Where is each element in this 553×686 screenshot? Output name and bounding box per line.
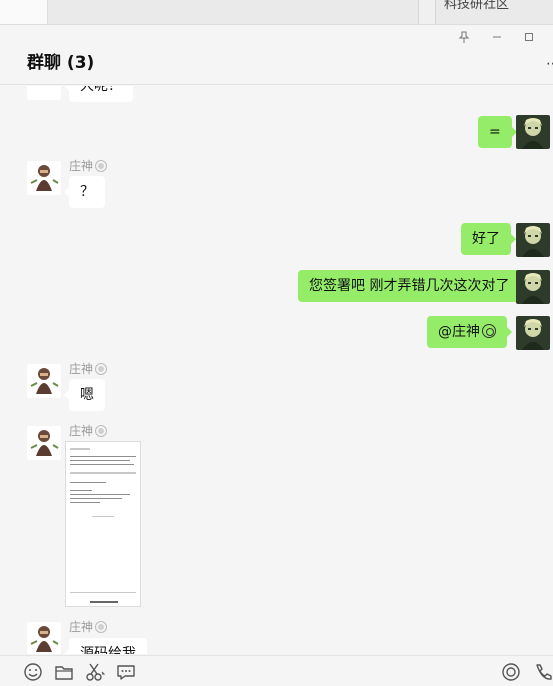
- mention-emoji-icon: [482, 324, 496, 338]
- background-window-text: 科技研社区: [444, 0, 510, 12]
- home-indicator: [90, 601, 118, 603]
- avatar[interactable]: [27, 86, 61, 100]
- sender-name-text: 庄神: [69, 620, 94, 634]
- chat-bubble-icon[interactable]: [115, 661, 137, 683]
- sender-name: 庄神: [69, 618, 108, 635]
- background-scrollbar[interactable]: ▲: [418, 0, 436, 24]
- live-icon[interactable]: [500, 661, 522, 683]
- avatar[interactable]: [27, 426, 61, 460]
- chat-title: 群聊 (3): [27, 53, 95, 73]
- member-tag-icon: [95, 160, 108, 172]
- sender-name-text: 庄神: [69, 424, 94, 438]
- member-tag-icon: [95, 363, 108, 375]
- sender-name-text: 庄神: [69, 159, 94, 173]
- avatar[interactable]: [27, 622, 61, 654]
- message-bubble[interactable]: 源码给我: [64, 638, 147, 654]
- message-bubble[interactable]: 您签署吧 刚才弄错几次这次对了: [298, 270, 526, 302]
- sender-name: 庄神: [69, 360, 108, 377]
- avatar[interactable]: [516, 270, 550, 304]
- sender-name: 庄神: [69, 157, 108, 174]
- sender-name: 庄神: [69, 422, 108, 439]
- message-bubble[interactable]: @庄神: [427, 316, 512, 348]
- member-tag-icon: [95, 621, 108, 633]
- chat-window: 群聊 (3) ⋯ 大呢？ = 庄神 ？ 好了 您签署吧 刚才弄错几次这次对了 @…: [0, 24, 553, 686]
- avatar[interactable]: [27, 161, 61, 195]
- message-bubble[interactable]: 好了: [461, 223, 516, 255]
- avatar[interactable]: [516, 316, 550, 350]
- input-toolbar: [0, 655, 553, 686]
- avatar[interactable]: [27, 364, 61, 398]
- folder-icon[interactable]: [53, 661, 75, 683]
- message-bubble[interactable]: 大呢？: [64, 86, 133, 102]
- minimize-icon[interactable]: [488, 31, 506, 47]
- sender-name-text: 庄神: [69, 362, 94, 376]
- message-text: @庄神: [438, 324, 480, 340]
- message-bubble[interactable]: =: [478, 116, 517, 148]
- emoji-icon[interactable]: [22, 661, 44, 683]
- phone-icon[interactable]: [532, 661, 553, 683]
- app: ▲ 科技研社区 群聊 (3) ⋯ 大呢？ =: [0, 0, 553, 686]
- message-bubble[interactable]: 嗯: [64, 379, 105, 411]
- message-list[interactable]: 大呢？ = 庄神 ？ 好了 您签署吧 刚才弄错几次这次对了 @庄神 庄神 嗯 庄…: [0, 86, 553, 654]
- message-bubble[interactable]: ？: [64, 176, 105, 208]
- avatar[interactable]: [516, 115, 550, 149]
- more-icon[interactable]: ⋯: [546, 57, 553, 71]
- background-pane: [0, 0, 48, 24]
- phone-screenshot-image[interactable]: [65, 441, 141, 607]
- scissors-icon[interactable]: [84, 661, 106, 683]
- chat-titlebar: 群聊 (3) ⋯: [0, 25, 553, 85]
- member-tag-icon: [95, 425, 108, 437]
- maximize-icon[interactable]: [520, 31, 538, 47]
- avatar[interactable]: [516, 223, 550, 257]
- background-window: ▲ 科技研社区: [0, 0, 553, 24]
- pin-icon[interactable]: [455, 31, 473, 47]
